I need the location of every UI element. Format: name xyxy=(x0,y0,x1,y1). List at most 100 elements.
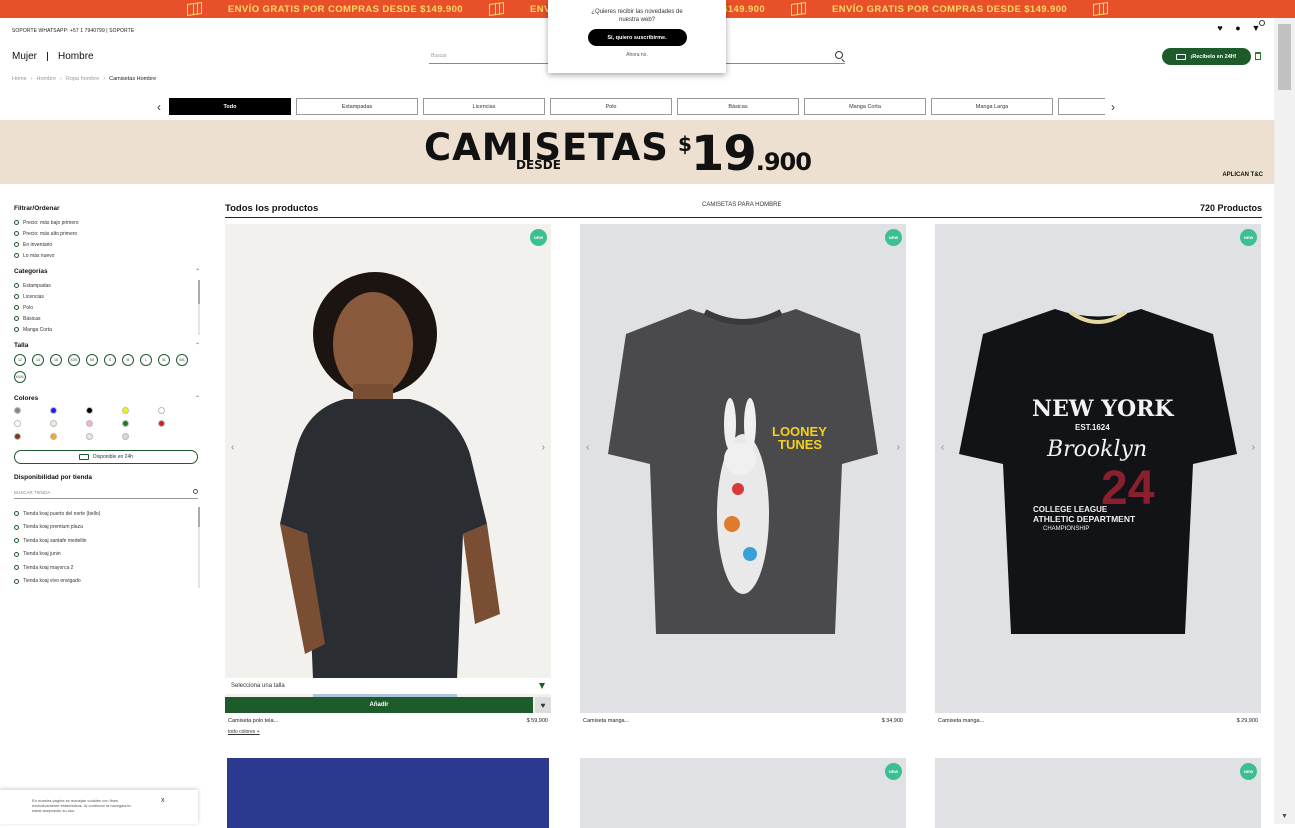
size-select[interactable]: Selecciona una talla xyxy=(225,678,551,694)
tab-polo[interactable]: Polo xyxy=(550,98,672,115)
trash-icon[interactable] xyxy=(1255,52,1261,60)
tab-todo[interactable]: Todo xyxy=(169,98,291,115)
size-option[interactable]: XXXL xyxy=(14,371,26,383)
color-swatch[interactable] xyxy=(86,433,93,440)
heart-icon[interactable]: ♥ xyxy=(1215,23,1225,33)
size-option[interactable]: 14 xyxy=(32,354,44,366)
product-name[interactable]: Camiseta manga... xyxy=(583,718,629,724)
user-icon[interactable]: ● xyxy=(1233,23,1243,33)
promo-banner[interactable]: CAMISETAS DESDE $19.900 APLICAN T&C xyxy=(0,120,1274,184)
color-swatch[interactable] xyxy=(158,420,165,427)
product-name[interactable]: Camiseta polo tela... xyxy=(228,718,278,724)
color-swatch[interactable] xyxy=(14,407,21,414)
support-bar[interactable]: SOPORTE WHATSAPP: +57 1 7940799 | SOPORT… xyxy=(12,28,134,34)
category-option[interactable]: Polo xyxy=(14,302,192,313)
store-option[interactable]: Tienda koaj premium plaza xyxy=(14,521,192,535)
color-swatch[interactable] xyxy=(14,420,21,427)
size-option[interactable]: 12 xyxy=(14,354,26,366)
size-option[interactable]: XXS xyxy=(68,354,80,366)
color-swatch[interactable] xyxy=(14,433,21,440)
store-option[interactable]: Tienda koaj junin xyxy=(14,548,192,562)
size-option[interactable]: XXL xyxy=(176,354,188,366)
category-filter-list[interactable]: Estampadas Licencias Polo Básicas Manga … xyxy=(14,280,200,335)
chevron-up-icon[interactable]: ⌃ xyxy=(195,342,200,349)
color-swatch[interactable] xyxy=(158,407,165,414)
product-image[interactable]: NEW ‹ › Selecciona una talla Añadir ♥ xyxy=(225,224,551,713)
store-option[interactable]: Tienda koaj mayorca 2 xyxy=(14,561,192,575)
chevron-right-icon[interactable]: › xyxy=(1252,442,1255,453)
product-card[interactable]: NEW xyxy=(935,758,1261,828)
page-scrollbar[interactable]: ▼ xyxy=(1274,18,1295,824)
breadcrumb-men[interactable]: Hombre xyxy=(37,76,57,82)
scroll-down-icon[interactable]: ▼ xyxy=(1281,813,1288,820)
tab-licencias[interactable]: Licencias xyxy=(423,98,545,115)
breadcrumb-home[interactable]: Home xyxy=(12,76,27,82)
color-swatch[interactable] xyxy=(86,407,93,414)
chevron-right-icon[interactable]: › xyxy=(542,442,545,453)
tab-estampadas[interactable]: Estampadas xyxy=(296,98,418,115)
product-card[interactable]: NEW YORK EST.1624 Brooklyn 24 COLLEGE LE… xyxy=(935,224,1261,724)
size-option[interactable]: M xyxy=(122,354,134,366)
chevron-left-icon[interactable]: ‹ xyxy=(231,442,234,453)
category-option[interactable]: Licencias xyxy=(14,291,192,302)
tab-manga-corta[interactable]: Manga Corta xyxy=(804,98,926,115)
store-list[interactable]: Tienda koaj puerto del norte (bello) Tie… xyxy=(14,507,200,588)
close-icon[interactable]: x xyxy=(161,797,165,804)
product-card[interactable] xyxy=(227,758,549,828)
color-swatch[interactable] xyxy=(86,420,93,427)
search-input[interactable]: Buscar xyxy=(431,53,447,59)
color-swatch[interactable] xyxy=(122,420,129,427)
product-image[interactable]: NEW YORK EST.1624 Brooklyn 24 COLLEGE LE… xyxy=(935,224,1261,713)
not-now-link[interactable]: Ahora no. xyxy=(548,52,726,58)
chevron-up-icon[interactable]: ⌃ xyxy=(195,395,200,402)
store-option[interactable]: Tienda koaj vivo envigado xyxy=(14,575,192,589)
color-swatch[interactable] xyxy=(50,433,57,440)
sort-option[interactable]: En inventario xyxy=(14,239,200,250)
all-colors-link[interactable]: todo colores + xyxy=(228,729,260,735)
available-24h-toggle[interactable]: Disponible en 24h xyxy=(14,450,198,464)
categories-title[interactable]: Categorías ⌃ xyxy=(14,268,200,275)
search-icon[interactable] xyxy=(193,489,198,494)
product-card[interactable]: LOONEY TUNES NEW ‹ › Camiseta manga... $… xyxy=(580,224,906,724)
chevron-left-icon[interactable]: ‹ xyxy=(941,442,944,453)
colors-title[interactable]: Colores ⌃ xyxy=(14,395,200,402)
chevron-left-icon[interactable]: ‹ xyxy=(157,100,161,114)
color-swatch[interactable] xyxy=(122,407,129,414)
size-option[interactable]: XS xyxy=(86,354,98,366)
category-option[interactable]: Estampadas xyxy=(14,280,192,291)
breadcrumb-clothing[interactable]: Ropa hombre xyxy=(66,76,99,82)
color-swatch[interactable] xyxy=(122,433,129,440)
product-image[interactable]: LOONEY TUNES NEW ‹ › xyxy=(580,224,906,713)
sort-option[interactable]: Lo más nuevo xyxy=(14,250,200,261)
sort-option[interactable]: Precio: más bajo primero xyxy=(14,217,200,228)
store-option[interactable]: Tienda koaj puerto del norte (bello) xyxy=(14,507,192,521)
size-option[interactable]: S xyxy=(104,354,116,366)
cart-icon[interactable]: ▼ xyxy=(1251,20,1265,33)
nav-women[interactable]: Mujer xyxy=(12,51,37,62)
size-option[interactable]: XL xyxy=(158,354,170,366)
banner-terms[interactable]: APLICAN T&C xyxy=(1222,172,1263,178)
category-option[interactable]: Manga Corta xyxy=(14,324,192,335)
subscribe-button[interactable]: Sí, quiero suscribirme. xyxy=(587,29,687,46)
scrollbar-thumb[interactable] xyxy=(1278,24,1291,90)
sort-option[interactable]: Precio: más alto primero xyxy=(14,228,200,239)
tab-manga-larga[interactable]: Manga Larga xyxy=(931,98,1053,115)
size-option[interactable]: L xyxy=(140,354,152,366)
chevron-left-icon[interactable]: ‹ xyxy=(586,442,589,453)
category-option[interactable]: Básicas xyxy=(14,313,192,324)
add-to-cart-button[interactable]: Añadir xyxy=(225,697,533,713)
store-option[interactable]: Tienda koaj santafe medellin xyxy=(14,534,192,548)
product-card[interactable]: NEW xyxy=(580,758,906,828)
color-swatch[interactable] xyxy=(50,407,57,414)
chevron-right-icon[interactable]: › xyxy=(1111,100,1115,114)
nav-men[interactable]: Hombre xyxy=(58,51,94,62)
chevron-right-icon[interactable]: › xyxy=(897,442,900,453)
store-search-input[interactable]: BUSCAR TIENDA xyxy=(14,487,198,499)
color-swatch[interactable] xyxy=(50,420,57,427)
size-title[interactable]: Talla ⌃ xyxy=(14,342,200,349)
product-card[interactable]: NEW ‹ › Selecciona una talla Añadir ♥ Ca… xyxy=(225,224,551,735)
tab-more[interactable] xyxy=(1058,98,1105,115)
chevron-up-icon[interactable]: ⌃ xyxy=(195,268,200,275)
size-option[interactable]: 16 xyxy=(50,354,62,366)
heart-icon[interactable]: ♥ xyxy=(535,697,551,713)
